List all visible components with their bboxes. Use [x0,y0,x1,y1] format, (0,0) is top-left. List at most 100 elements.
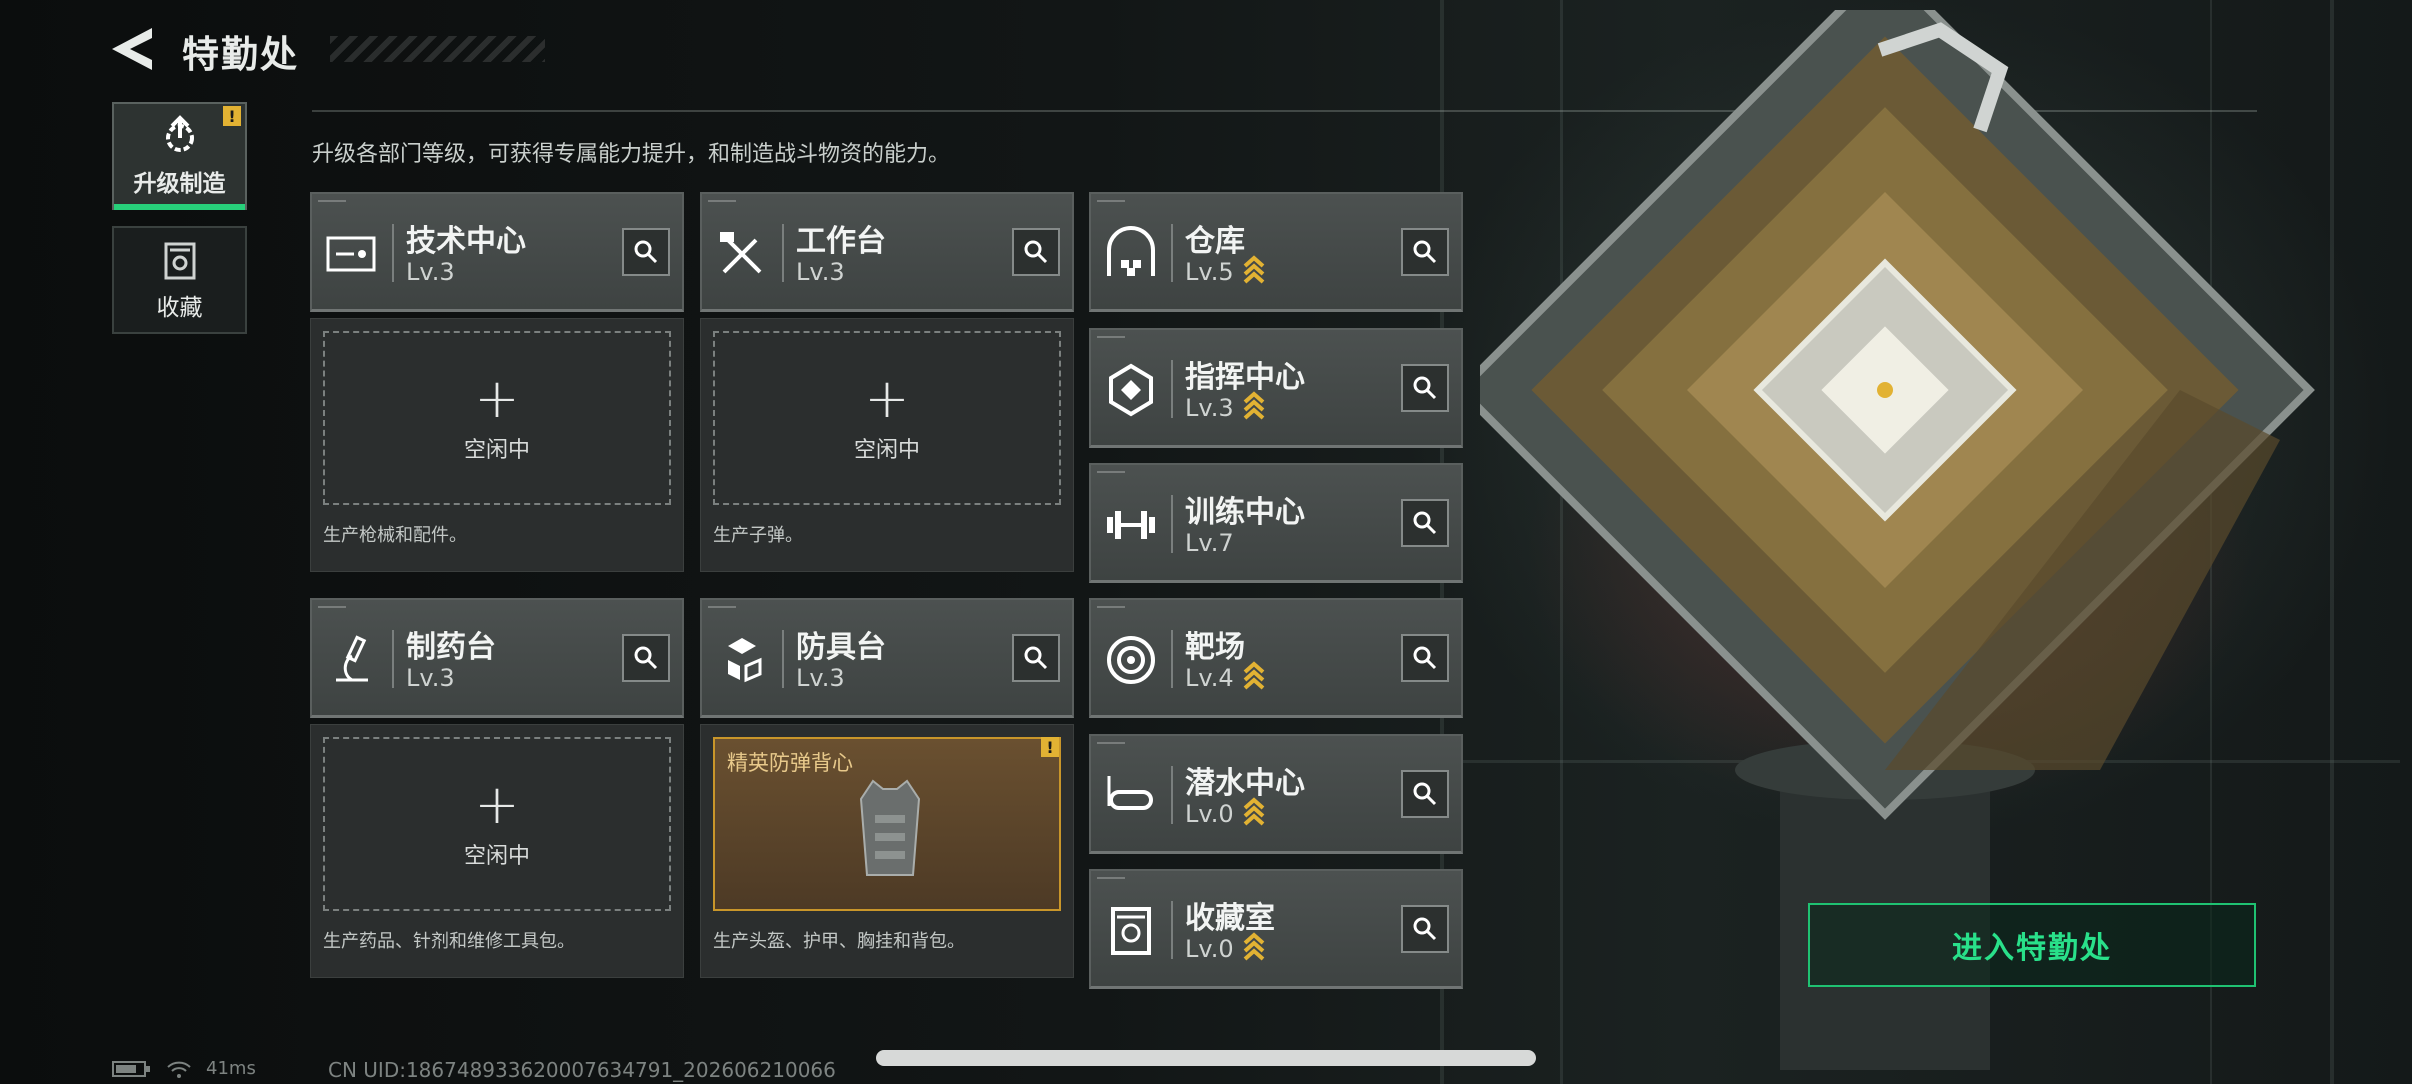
back-arrow-icon[interactable] [108,24,156,74]
dept-level: Lv.3 [796,258,845,286]
dept-name: 防具台 [796,630,886,665]
slot-description: 生产药品、针剂和维修工具包。 [323,931,575,952]
empty-slot-button[interactable]: + 空闲中 [713,331,1061,505]
dept-name: 仓库 [1185,224,1245,259]
slot-status: 空闲中 [463,438,530,463]
dept-card-tech-center[interactable]: 技术中心 Lv.3 [310,192,684,312]
tab-alert-badge: ! [223,106,241,126]
crafting-item-name: 精英防弹背心 [727,751,853,775]
slot-description: 生产枪械和配件。 [323,525,467,546]
tab-collection[interactable]: 收藏 [112,226,247,334]
warehouse-icon [1107,226,1155,276]
dept-name: 训练中心 [1185,495,1305,530]
search-button[interactable] [622,228,670,276]
active-tab-indicator [114,204,245,210]
game-screen: 特勤处 升级各部门等级，可获得专属能力提升，和制造战斗物资的能力。 ! 升级制造… [0,0,2412,1084]
collection-icon [164,242,195,280]
dept-card-shooting-range[interactable]: 靶场 Lv.4 [1089,598,1463,718]
search-button[interactable] [1012,228,1060,276]
dept-card-training-center[interactable]: 训练中心 Lv.7 [1089,463,1463,583]
magnifier-icon [1413,511,1437,535]
dept-level: Lv.3 [406,258,455,286]
slot-status: 空闲中 [463,844,530,869]
dept-name: 工作台 [796,224,886,259]
dept-card-collection-room[interactable]: 收藏室 Lv.0 [1089,869,1463,989]
dept-level: Lv.3 [406,664,455,692]
dept-card-warehouse[interactable]: 仓库 Lv.5 [1089,192,1463,312]
dept-level: Lv.4 [1185,664,1234,692]
search-button[interactable] [1401,228,1449,276]
page-title: 特勤处 [182,33,299,76]
armor-bench-icon [728,638,762,683]
slot-description: 生产头盔、护甲、胸挂和背包。 [713,931,965,952]
dept-level: Lv.0 [1185,935,1234,963]
search-button[interactable] [1401,364,1449,412]
crafting-item-card[interactable]: 精英防弹背心 ! [713,737,1061,911]
slot-status: 空闲中 [853,438,920,463]
upgrade-gear-icon [165,115,194,152]
wifi-icon [167,1061,191,1078]
search-button[interactable] [1401,499,1449,547]
dept-level: Lv.3 [1185,394,1234,422]
production-slot-armor-bench: 精英防弹背心 ! 生产头盔、护甲、胸挂和背包。 [700,724,1074,978]
diving-center-icon [1107,776,1153,810]
user-uid: CN UID:18674893362000763479​1_2026062100… [328,1058,836,1082]
ping-readout: 41ms [206,1058,256,1079]
enter-special-ops-button[interactable]: 进入特勤处 [1808,903,2256,987]
item-alert-badge: ! [1041,737,1059,757]
magnifier-icon [1413,917,1437,941]
production-slot-workbench: + 空闲中 生产子弹。 [700,318,1074,572]
shooting-range-icon [1107,636,1155,684]
command-center-icon [1109,363,1153,417]
tab-upgrade-craft[interactable]: ! 升级制造 [112,102,247,210]
battery-icon [112,1060,150,1077]
dept-name: 技术中心 [406,224,526,259]
body-armor-vest-icon [859,779,921,876]
dept-name: 制药台 [406,630,496,665]
dept-card-command-center[interactable]: 指挥中心 Lv.3 [1089,328,1463,448]
dept-level: Lv.0 [1185,800,1234,828]
production-slot-pharmacy: + 空闲中 生产药品、针剂和维修工具包。 [310,724,684,978]
magnifier-icon [634,240,658,264]
search-button[interactable] [622,634,670,682]
upgrade-available-icon [1243,391,1265,420]
add-icon: + [864,367,910,430]
dept-card-workbench[interactable]: 工作台 Lv.3 [700,192,1074,312]
search-button[interactable] [1401,770,1449,818]
dept-card-diving-center[interactable]: 潜水中心 Lv.0 [1089,734,1463,854]
collection-room-icon [1111,907,1151,955]
tab-label: 升级制造 [133,171,226,197]
status-bar: 41ms [112,1058,256,1079]
search-button[interactable] [1401,634,1449,682]
dept-level: Lv.3 [796,664,845,692]
magnifier-icon [1413,782,1437,806]
workbench-icon [720,232,762,274]
upgrade-available-icon [1243,797,1265,826]
add-icon: + [474,367,520,430]
dept-name: 靶场 [1185,630,1245,665]
magnifier-icon [1413,646,1437,670]
empty-slot-button[interactable]: + 空闲中 [323,737,671,911]
upgrade-available-icon [1243,255,1265,284]
pharmacy-icon [336,635,368,682]
magnifier-icon [1413,240,1437,264]
dept-level: Lv.7 [1185,529,1234,557]
tech-center-icon [326,236,376,272]
upgrade-available-icon [1243,932,1265,961]
dept-card-armor-bench[interactable]: 防具台 Lv.3 [700,598,1074,718]
home-indicator[interactable] [876,1050,1536,1066]
empty-slot-button[interactable]: + 空闲中 [323,331,671,505]
tab-label: 收藏 [156,295,203,321]
magnifier-icon [634,646,658,670]
search-button[interactable] [1012,634,1060,682]
title-decoration [330,36,545,62]
add-icon: + [474,773,520,836]
magnifier-icon [1024,646,1048,670]
training-center-icon [1107,511,1155,539]
production-slot-tech-center: + 空闲中 生产枪械和配件。 [310,318,684,572]
upgrade-available-icon [1243,661,1265,690]
dept-card-pharmacy[interactable]: 制药台 Lv.3 [310,598,684,718]
slot-description: 生产子弹。 [713,525,803,546]
dept-level: Lv.5 [1185,258,1234,286]
search-button[interactable] [1401,905,1449,953]
